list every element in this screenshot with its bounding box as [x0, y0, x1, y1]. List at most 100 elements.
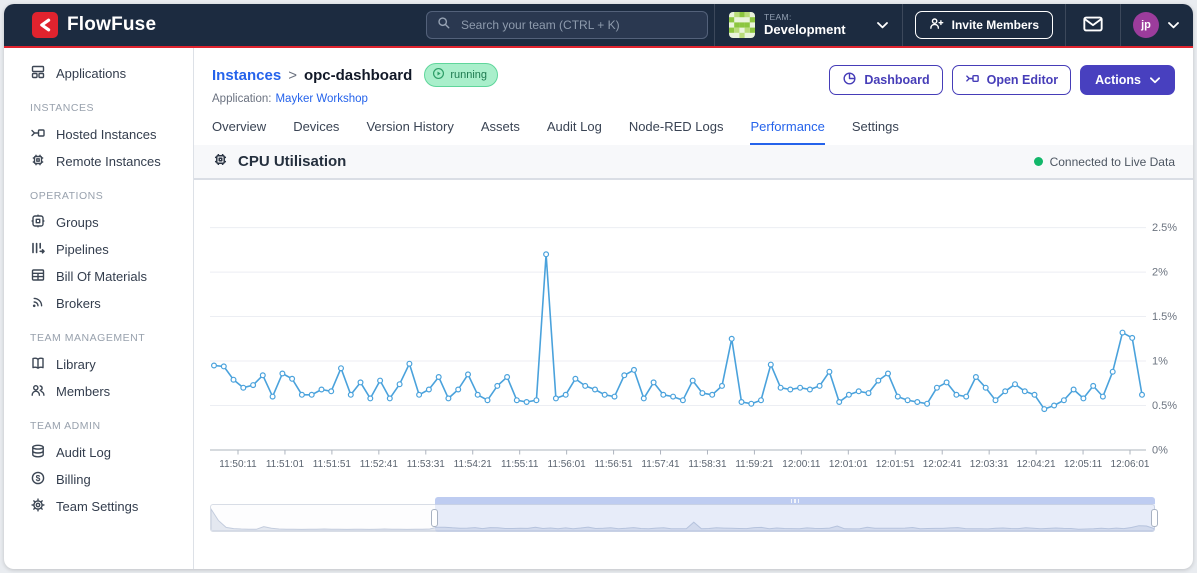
node-editor-icon — [965, 71, 980, 89]
chart-range-brush[interactable] — [210, 497, 1159, 532]
sidebar-item-brokers[interactable]: Brokers — [4, 290, 193, 317]
tab-settings[interactable]: Settings — [852, 119, 899, 145]
main-content: Instances > opc-dashboard running Applic… — [194, 48, 1193, 569]
flowfuse-logo-icon — [32, 12, 58, 38]
instance-tabs: Overview Devices Version History Assets … — [212, 119, 1193, 145]
instance-name: opc-dashboard — [303, 66, 413, 84]
sidebar-item-groups[interactable]: Groups — [4, 209, 193, 236]
sidebar-item-label: Members — [56, 384, 111, 399]
svg-text:0.5%: 0.5% — [1152, 400, 1177, 412]
svg-text:12:01:51: 12:01:51 — [876, 459, 915, 470]
sidebar-item-label: Brokers — [56, 296, 101, 311]
application-line: Application: Mayker Workshop — [212, 93, 498, 105]
brokers-icon — [30, 294, 46, 313]
sidebar-item-hosted-instances[interactable]: Hosted Instances — [4, 121, 193, 148]
applications-icon — [30, 64, 46, 83]
cpu-utilisation-chart[interactable]: 0% 0.5% 1% 1.5% 2% 2.5% 11:50:11 11:51:01 11:51:… — [210, 186, 1177, 478]
dashboard-button[interactable]: Dashboard — [829, 65, 943, 95]
tab-performance[interactable]: Performance — [750, 119, 825, 145]
sidebar-heading-operations: OPERATIONS — [30, 190, 104, 202]
chevron-down-icon — [1168, 16, 1179, 34]
navbar-right-group: TEAM: Development Invite Members jp — [713, 4, 1193, 46]
chart-header: CPU Utilisation Connected to Live Data — [194, 145, 1193, 180]
svg-text:12:05:11: 12:05:11 — [1064, 459, 1103, 470]
groups-icon — [30, 213, 46, 232]
flowfuse-home-link[interactable]: FlowFuse — [32, 12, 156, 38]
svg-text:11:51:01: 11:51:01 — [266, 459, 305, 470]
sidebar-item-library[interactable]: Library — [4, 351, 193, 378]
actions-button[interactable]: Actions — [1080, 65, 1175, 95]
cpu-chip-icon — [212, 151, 229, 173]
chevron-down-icon — [1150, 73, 1160, 87]
tab-assets[interactable]: Assets — [481, 119, 520, 145]
svg-text:12:00:11: 12:00:11 — [782, 459, 821, 470]
user-avatar: jp — [1133, 12, 1159, 38]
svg-text:0%: 0% — [1152, 445, 1168, 457]
svg-text:11:57:41: 11:57:41 — [641, 459, 680, 470]
tab-version-history[interactable]: Version History — [366, 119, 453, 145]
sidebar-item-label: Pipelines — [56, 242, 109, 257]
notifications-mail-button[interactable] — [1066, 16, 1120, 35]
sidebar-heading-team-admin: TEAM ADMIN — [30, 420, 101, 432]
sidebar-item-remote-instances[interactable]: Remote Instances — [4, 148, 193, 175]
sidebar-item-team-settings[interactable]: Team Settings — [4, 493, 193, 520]
svg-text:11:59:21: 11:59:21 — [735, 459, 774, 470]
sidebar-item-pipelines[interactable]: Pipelines — [4, 236, 193, 263]
chart-title: CPU Utilisation — [238, 153, 347, 170]
sidebar-item-label: Applications — [56, 66, 127, 81]
svg-text:11:56:01: 11:56:01 — [548, 459, 587, 470]
sidebar-item-audit-log[interactable]: Audit Log — [4, 439, 193, 466]
search-input[interactable] — [458, 17, 697, 33]
application-link[interactable]: Mayker Workshop — [275, 93, 367, 105]
brush-drag-grip[interactable] — [434, 497, 1155, 504]
brush-handle-left[interactable] — [431, 509, 439, 527]
mail-icon — [1083, 16, 1103, 35]
sidebar-item-members[interactable]: Members — [4, 378, 193, 405]
svg-text:11:53:31: 11:53:31 — [407, 459, 446, 470]
invite-members-label: Invite Members — [951, 18, 1039, 32]
actions-button-label: Actions — [1095, 73, 1141, 87]
database-icon — [30, 443, 46, 462]
hosted-instances-icon — [30, 125, 46, 144]
sidebar-item-label: Remote Instances — [56, 154, 161, 169]
tab-audit-log[interactable]: Audit Log — [547, 119, 602, 145]
app-window: FlowFuse Search your team (CTRL + K) TEA… — [4, 4, 1193, 569]
live-data-status: Connected to Live Data — [1033, 155, 1175, 169]
sidebar-item-label: Team Settings — [56, 499, 139, 514]
team-texts: TEAM: Development — [764, 12, 846, 37]
svg-text:12:01:01: 12:01:01 — [829, 459, 868, 470]
team-selector[interactable]: TEAM: Development — [715, 12, 902, 38]
tab-overview[interactable]: Overview — [212, 119, 266, 145]
sidebar-item-applications[interactable]: Applications — [4, 60, 193, 87]
gear-icon — [30, 497, 46, 516]
invite-members-button[interactable]: Invite Members — [914, 11, 1053, 39]
sidebar-item-label: Audit Log — [56, 445, 111, 460]
chevron-down-icon — [876, 16, 888, 34]
sidebar-item-billing[interactable]: $ Billing — [4, 466, 193, 493]
sidebar-heading-team-management: TEAM MANAGEMENT — [30, 332, 146, 344]
sidebar-item-bill-of-materials[interactable]: Bill Of Materials — [4, 263, 193, 290]
sidebar-heading-instances: INSTANCES — [30, 102, 95, 114]
open-editor-button[interactable]: Open Editor — [951, 65, 1072, 95]
pie-chart-icon — [842, 71, 857, 89]
live-dot-icon — [1033, 157, 1043, 166]
chart-area: 0% 0.5% 1% 1.5% 2% 2.5% 11:50:11 11:51:01 11:51:… — [194, 180, 1193, 483]
sidebar-item-label: Groups — [56, 215, 99, 230]
dashboard-button-label: Dashboard — [864, 73, 930, 87]
team-avatar — [728, 12, 755, 38]
svg-text:12:06:01: 12:06:01 — [1111, 459, 1150, 470]
header-actions: Dashboard Open Editor Actions — [829, 63, 1175, 95]
svg-text:12:03:31: 12:03:31 — [970, 459, 1009, 470]
user-menu[interactable]: jp — [1121, 12, 1193, 38]
team-search[interactable] — [425, 11, 708, 39]
svg-text:12:04:21: 12:04:21 — [1017, 459, 1056, 470]
brush-handle-right[interactable] — [1151, 509, 1159, 527]
sidebar-item-label: Library — [56, 357, 96, 372]
brush-selection[interactable] — [431, 497, 1159, 532]
breadcrumb-instances-link[interactable]: Instances — [212, 67, 281, 84]
tab-node-red-logs[interactable]: Node-RED Logs — [629, 119, 724, 145]
svg-text:1.5%: 1.5% — [1152, 311, 1177, 323]
play-circle-icon — [432, 67, 445, 83]
svg-text:11:52:41: 11:52:41 — [360, 459, 399, 470]
tab-devices[interactable]: Devices — [293, 119, 339, 145]
